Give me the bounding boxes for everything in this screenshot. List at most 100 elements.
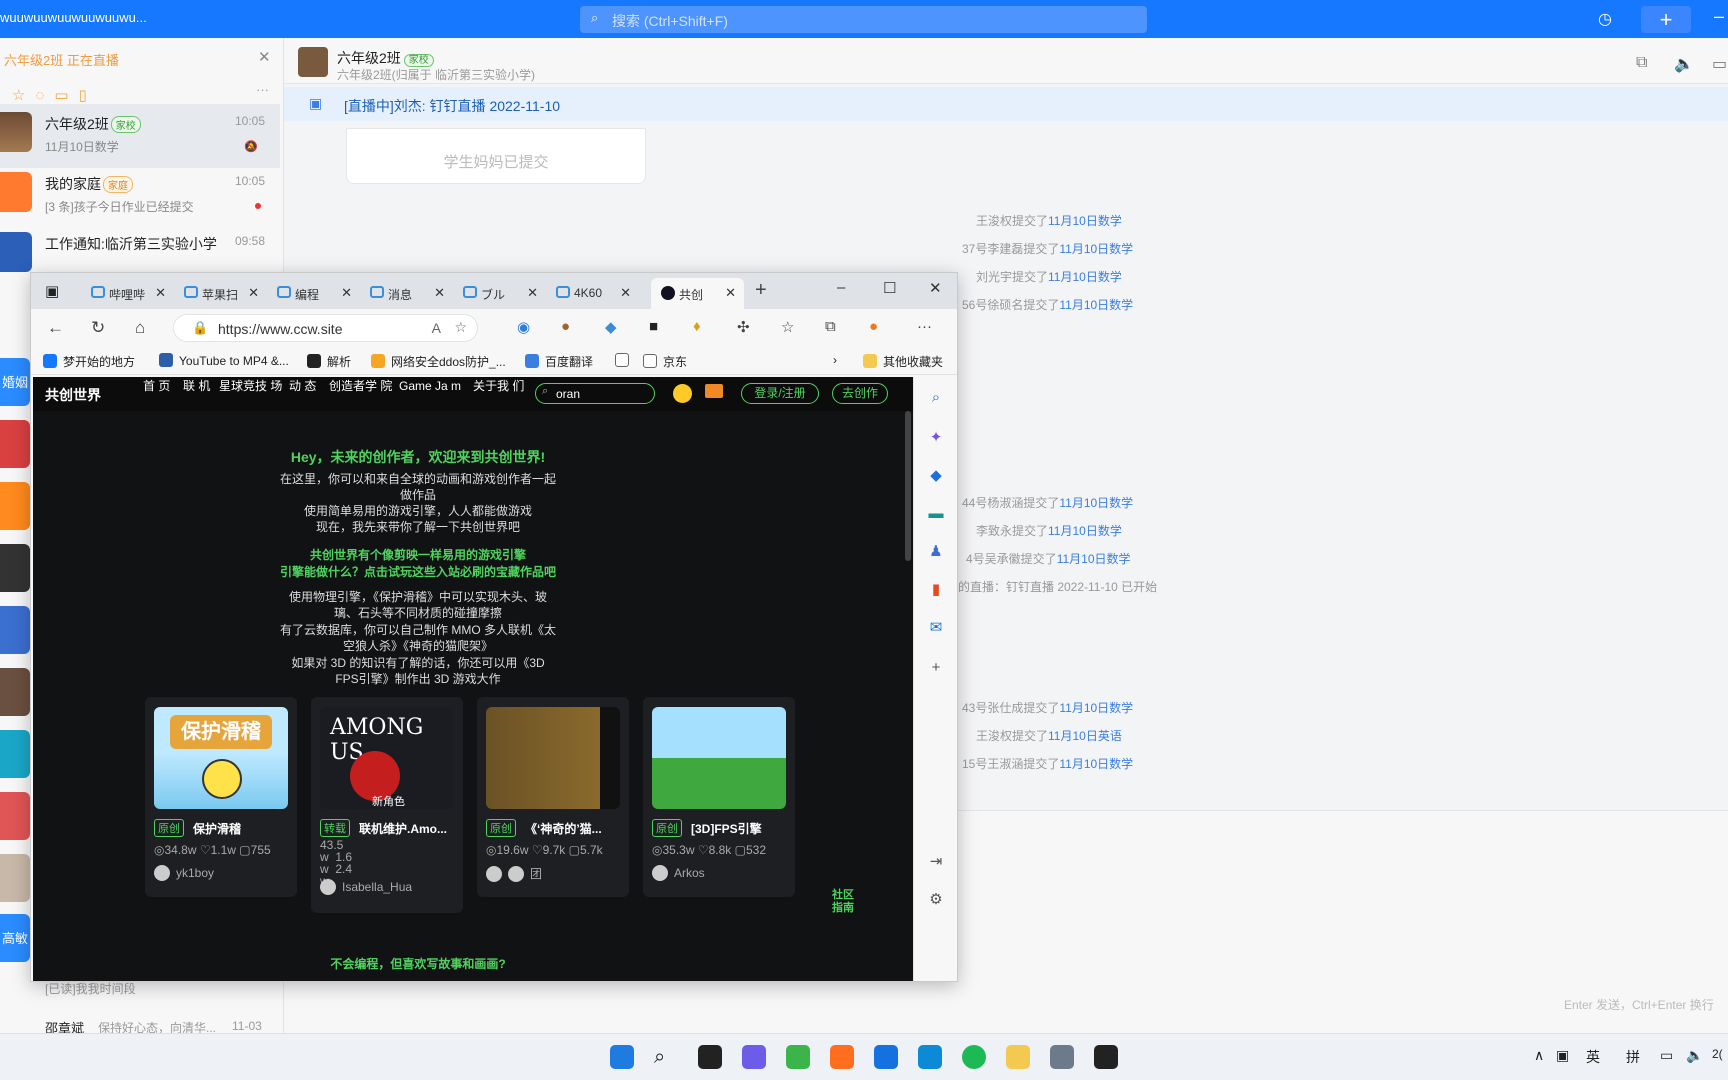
- tab-actions-icon[interactable]: ▣: [45, 282, 59, 300]
- chevron-right-icon[interactable]: ›: [833, 353, 837, 367]
- chat-avatar-strip[interactable]: [0, 420, 30, 468]
- volume-icon[interactable]: 🔈: [1686, 1047, 1703, 1064]
- cookie-extension-icon[interactable]: ●: [561, 318, 570, 335]
- chat-app-icon[interactable]: [742, 1045, 766, 1069]
- toolbar-icons[interactable]: ☆◌▭▯: [12, 86, 97, 104]
- settings-icon[interactable]: [1050, 1045, 1074, 1069]
- close-tab-icon[interactable]: ✕: [527, 285, 538, 301]
- bookmark-item[interactable]: YouTube to MP4 &...: [159, 353, 289, 368]
- folder-icon[interactable]: ▭: [1712, 54, 1727, 74]
- back-icon[interactable]: ←: [47, 318, 64, 338]
- extension-icon[interactable]: ♦: [693, 318, 701, 335]
- bookmark-folder[interactable]: 其他收藏夹: [863, 353, 943, 370]
- nav-item[interactable]: 创造者学 院: [329, 379, 392, 394]
- game-author[interactable]: Arkos: [652, 865, 705, 881]
- bookmark-item[interactable]: [615, 353, 635, 368]
- assignment-link[interactable]: 11月10日数学: [1059, 242, 1133, 256]
- toolbox-icon[interactable]: ▬: [927, 505, 945, 523]
- game-author[interactable]: Isabella_Hua: [320, 879, 412, 895]
- bookmark-item[interactable]: 网络安全ddos防护_...: [371, 353, 506, 370]
- new-tab-button[interactable]: +: [755, 279, 767, 302]
- copilot-icon[interactable]: ✦: [927, 429, 945, 447]
- extensions-icon[interactable]: ✣: [737, 318, 750, 336]
- extension-icon[interactable]: ■: [649, 318, 658, 335]
- game-card[interactable]: 保护滑稽 原创 保护滑稽 ◎34.8w ♡1.1w ▢755 yk1boy: [145, 697, 297, 897]
- edge-icon[interactable]: [918, 1045, 942, 1069]
- browser-tab[interactable]: 苹果扫 ✕: [174, 278, 267, 309]
- settings-icon[interactable]: ⚙: [927, 891, 945, 909]
- nav-item[interactable]: 首 页: [143, 379, 170, 394]
- close-tab-icon[interactable]: ✕: [434, 285, 445, 301]
- nav-item[interactable]: Game Ja m: [399, 379, 461, 394]
- game-card[interactable]: 原创 《‘神奇的’猫... ◎19.6w ♡9.7k ▢5.7k 团: [477, 697, 629, 897]
- assignment-link[interactable]: 11月10日数学: [1057, 552, 1131, 566]
- search-icon[interactable]: ⌕: [927, 389, 945, 407]
- more-icon[interactable]: ···: [917, 318, 932, 335]
- network-icon[interactable]: ▭: [1660, 1047, 1673, 1064]
- create-button[interactable]: 去创作: [832, 383, 888, 404]
- file-explorer-icon[interactable]: [1006, 1045, 1030, 1069]
- favorite-icon[interactable]: ☆: [454, 319, 467, 336]
- close-icon[interactable]: ✕: [258, 48, 271, 66]
- speaker-icon[interactable]: 🔈: [1674, 54, 1694, 74]
- game-card[interactable]: AMONG US 新角色 转载 联机维护.Amo... 43.5 w 1.6 w…: [311, 697, 463, 913]
- global-search-input[interactable]: ⌕ 搜索 (Ctrl+Shift+F): [580, 6, 1147, 33]
- spotify-icon[interactable]: [962, 1045, 986, 1069]
- outlook-icon[interactable]: ✉: [927, 619, 945, 637]
- nav-item[interactable]: 星球竞技 场: [219, 379, 282, 394]
- minimize-icon[interactable]: –: [837, 279, 845, 296]
- assignment-link[interactable]: 11月10日数学: [1048, 214, 1122, 228]
- clock[interactable]: 2(: [1712, 1047, 1723, 1061]
- home-icon[interactable]: ⌂: [135, 318, 145, 338]
- assignment-link[interactable]: 11月10日数学: [1059, 298, 1133, 312]
- add-icon[interactable]: +: [927, 659, 945, 677]
- task-view-icon[interactable]: [698, 1045, 722, 1069]
- mail-icon[interactable]: [705, 384, 723, 398]
- office-icon[interactable]: ▮: [927, 581, 945, 599]
- app-icon[interactable]: [786, 1045, 810, 1069]
- chat-avatar-strip[interactable]: [0, 854, 30, 902]
- assignment-link[interactable]: 11月10日数学: [1059, 701, 1133, 715]
- group-avatar[interactable]: [298, 47, 328, 77]
- login-button[interactable]: 登录/注册: [741, 383, 819, 404]
- browser-tab[interactable]: ブル ✕: [453, 278, 546, 309]
- browser-tab[interactable]: 消息 ✕: [360, 278, 453, 309]
- chat-avatar-strip[interactable]: 婚姻: [0, 358, 30, 406]
- game-author[interactable]: 团: [486, 865, 542, 882]
- assignment-link[interactable]: 11月10日数学: [1048, 270, 1122, 284]
- url-input[interactable]: 🔒 https://www.ccw.site A ☆: [173, 314, 478, 342]
- bookmark-item[interactable]: 京东: [643, 353, 687, 370]
- sidebar-toggle-icon[interactable]: ⇥: [927, 853, 945, 871]
- close-tab-icon[interactable]: ✕: [620, 285, 631, 301]
- app-icon[interactable]: [1094, 1045, 1118, 1069]
- tray-icon[interactable]: ▣: [1556, 1047, 1569, 1064]
- coin-icon[interactable]: [673, 384, 692, 403]
- search-icon[interactable]: ⌕: [654, 1045, 678, 1069]
- assignment-link[interactable]: 11月10日英语: [1048, 729, 1122, 743]
- close-tab-icon[interactable]: ✕: [341, 285, 352, 301]
- chat-avatar-strip[interactable]: [0, 606, 30, 654]
- message-card[interactable]: 学生妈妈已提交: [346, 128, 646, 184]
- scrollbar[interactable]: [905, 411, 911, 561]
- assignment-link[interactable]: 11月10日数学: [1048, 524, 1122, 538]
- chevron-up-icon[interactable]: ∧: [1534, 1047, 1544, 1064]
- favorites-icon[interactable]: ☆: [781, 318, 794, 336]
- browser-tab[interactable]: 哔哩哔 ✕: [81, 278, 174, 309]
- chat-item[interactable]: 六年级2班 家校 10:05 11月10日数学 🔕: [0, 104, 280, 168]
- site-search-input[interactable]: ⌕ oran: [535, 383, 655, 404]
- collections-icon[interactable]: ⧉: [825, 318, 836, 335]
- maximize-icon[interactable]: ☐: [883, 279, 896, 297]
- chat-avatar-strip[interactable]: [0, 668, 30, 716]
- input-method[interactable]: 拼: [1626, 1047, 1640, 1067]
- minimize-icon[interactable]: –: [1714, 6, 1724, 27]
- firefox-icon[interactable]: [830, 1045, 854, 1069]
- close-window-icon[interactable]: ✕: [929, 279, 942, 297]
- chat-avatar-strip[interactable]: 高敏: [0, 914, 30, 962]
- screen-share-icon[interactable]: ⧉: [1636, 54, 1647, 72]
- bookmark-item[interactable]: 梦开始的地方: [43, 353, 135, 370]
- profile-icon[interactable]: ●: [869, 318, 878, 335]
- extension-icon[interactable]: ◆: [605, 318, 617, 336]
- live-banner[interactable]: 六年级2班 正在直播: [4, 50, 119, 69]
- chat-avatar-strip[interactable]: [0, 730, 30, 778]
- games-icon[interactable]: ♟: [927, 543, 945, 561]
